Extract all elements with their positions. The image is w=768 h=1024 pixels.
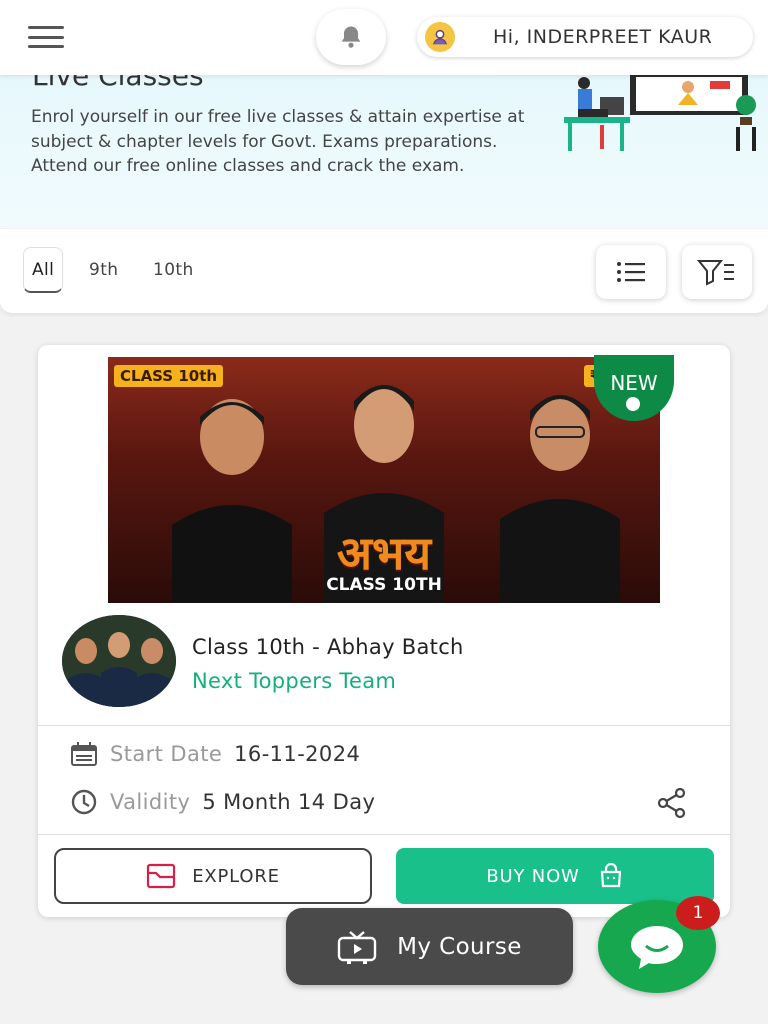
tv-play-icon: [337, 930, 377, 964]
filter-strip: All 9th 10th: [0, 229, 768, 313]
top-bar: Hi, INDERPREET KAUR: [0, 0, 768, 75]
buy-now-button[interactable]: BUY NOW: [396, 848, 714, 904]
tab-9th[interactable]: 9th: [89, 247, 118, 293]
course-team: Next Toppers Team: [192, 669, 397, 693]
list-icon: [617, 262, 645, 282]
banner-description: Enrol yourself in our free live classes …: [31, 107, 525, 176]
tab-10th[interactable]: 10th: [153, 247, 194, 293]
validity-label: Validity: [110, 790, 191, 814]
share-button[interactable]: [656, 787, 688, 819]
calendar-icon: [71, 742, 97, 766]
online-class-illustration: [564, 75, 756, 151]
user-greeting: Hi, INDERPREET KAUR: [493, 26, 713, 48]
new-badge-label: NEW: [610, 371, 658, 395]
thumbnail-subtitle: CLASS 10TH: [326, 575, 442, 595]
card-divider: [38, 725, 730, 726]
live-classes-banner: Live Classes Enrol yourself in our free …: [0, 75, 768, 228]
chat-notification-badge: 1: [676, 896, 720, 930]
my-course-button[interactable]: My Course: [286, 908, 573, 985]
explore-label: EXPLORE: [192, 865, 280, 887]
instructor-avatar: [62, 615, 176, 707]
user-avatar-icon: [425, 22, 455, 52]
shopping-bag-icon: [600, 863, 621, 888]
course-title[interactable]: Class 10th - Abhay Batch: [192, 635, 464, 659]
notification-button[interactable]: [316, 9, 386, 65]
course-thumbnail[interactable]: CLASS 10th ₹ अभय CLASS 10TH: [108, 357, 660, 603]
hamburger-icon[interactable]: [28, 26, 64, 48]
share-icon: [657, 787, 686, 819]
buy-now-label: BUY NOW: [486, 865, 580, 887]
thumbnail-title: अभय: [336, 526, 432, 580]
new-badge-dot: [626, 397, 640, 411]
card-divider: [38, 834, 730, 835]
start-date-row: Start Date 16-11-2024: [70, 741, 360, 767]
list-view-button[interactable]: [596, 245, 666, 299]
class-badge: CLASS 10th: [114, 365, 224, 387]
validity-value: 5 Month 14 Day: [202, 790, 376, 814]
start-date-value: 16-11-2024: [234, 742, 361, 766]
banner-title: Live Classes: [32, 75, 204, 92]
tab-all[interactable]: All: [23, 247, 64, 293]
start-date-label: Start Date: [110, 742, 223, 766]
filter-button[interactable]: [682, 245, 752, 299]
user-profile-button[interactable]: Hi, INDERPREET KAUR: [417, 17, 753, 57]
clock-icon: [71, 789, 97, 815]
chat-bubble-icon: [631, 925, 683, 969]
course-card[interactable]: CLASS 10th ₹ अभय CLASS 10TH NEW Class 10…: [38, 345, 730, 917]
validity-row: Validity 5 Month 14 Day: [70, 788, 375, 816]
explore-icon: [147, 863, 176, 889]
filter-icon: [697, 260, 734, 286]
bell-icon: [341, 26, 361, 48]
my-course-label: My Course: [397, 933, 522, 960]
explore-button[interactable]: EXPLORE: [54, 848, 372, 904]
